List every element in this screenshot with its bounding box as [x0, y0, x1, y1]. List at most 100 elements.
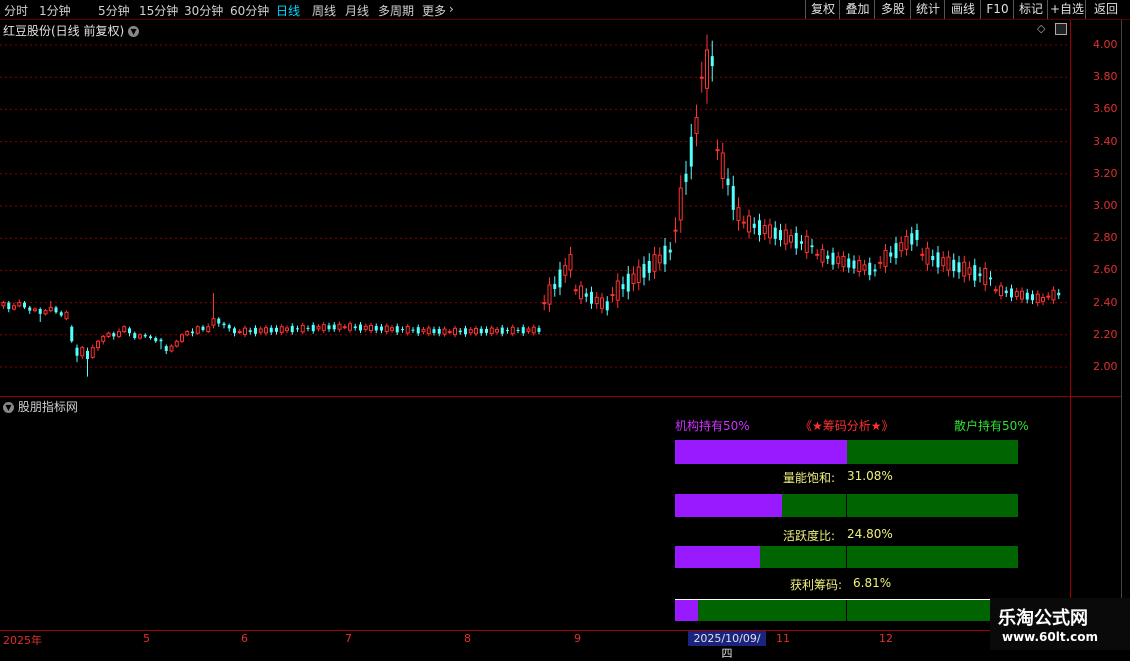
candle — [296, 325, 299, 332]
candle — [311, 322, 315, 334]
candle — [978, 267, 982, 283]
candle — [353, 323, 357, 331]
holding-ratio-bar — [675, 440, 1018, 464]
volume-saturation-label: 量能饱和: — [783, 471, 836, 485]
candle — [516, 327, 520, 334]
statistics-button[interactable]: 统计 — [910, 0, 945, 19]
candle — [316, 324, 321, 332]
candle — [647, 253, 651, 281]
candle — [327, 322, 331, 332]
candle — [285, 325, 289, 334]
candle — [458, 327, 462, 335]
period-tab-1min[interactable]: 1分钟 — [39, 2, 71, 19]
candle — [106, 331, 111, 339]
candle — [973, 258, 977, 288]
candle — [836, 251, 841, 269]
candle — [1020, 287, 1024, 303]
candle — [699, 61, 704, 93]
candle — [804, 229, 809, 259]
candle — [269, 325, 273, 335]
date-label-dec: 12 — [879, 632, 893, 645]
candle — [600, 292, 604, 314]
candle — [568, 246, 573, 278]
candle — [185, 329, 190, 337]
candle — [579, 280, 583, 304]
candle — [174, 339, 179, 348]
chip-analysis-title: 《★筹码分析★》 — [800, 419, 894, 433]
candle — [526, 326, 531, 334]
period-tab-timeshare[interactable]: 分时 — [4, 2, 28, 19]
candle — [573, 284, 578, 295]
retail-label: 散户持有50% — [954, 419, 1029, 433]
candle — [952, 253, 956, 278]
period-tab-30min[interactable]: 30分钟 — [184, 2, 223, 19]
candle — [75, 344, 79, 363]
period-tab-monthly[interactable]: 月线 — [345, 2, 369, 19]
period-tab-more[interactable]: 更多 — [422, 2, 446, 19]
candle — [416, 324, 420, 337]
candle — [7, 300, 11, 313]
candle — [43, 309, 48, 316]
candle — [1014, 287, 1019, 301]
candle — [300, 322, 305, 335]
period-toolbar: 分时 1分钟 5分钟 15分钟 30分钟 60分钟 日线 周线 月线 多周期 更… — [0, 0, 1130, 20]
candle — [59, 310, 63, 318]
candle — [1046, 292, 1051, 301]
candle — [915, 223, 919, 247]
candle — [779, 223, 782, 247]
candle — [758, 213, 761, 242]
period-tab-weekly[interactable]: 周线 — [312, 2, 336, 19]
overlay-button[interactable]: 叠加 — [839, 0, 875, 19]
mark-button[interactable]: 标记 — [1013, 0, 1048, 19]
draw-line-button[interactable]: 画线 — [944, 0, 981, 19]
candle — [143, 333, 147, 339]
candle — [201, 325, 205, 332]
candle — [1057, 288, 1061, 300]
add-watchlist-button[interactable]: +自选 — [1047, 0, 1086, 19]
chevron-down-icon[interactable]: ▼ — [3, 402, 14, 413]
period-tab-daily[interactable]: 日线 — [276, 2, 300, 19]
side-info-strip[interactable] — [1121, 20, 1130, 630]
candle — [537, 325, 541, 335]
candle — [164, 344, 168, 355]
candle — [768, 218, 772, 245]
price-tick-label: 2.80 — [1093, 231, 1118, 245]
candle — [563, 257, 568, 283]
activity-ratio-fill — [675, 546, 761, 568]
candle — [474, 325, 478, 337]
candle — [621, 276, 625, 297]
candle — [726, 168, 730, 196]
candle — [715, 139, 720, 160]
candle — [12, 302, 16, 311]
adjust-button[interactable]: 复权 — [805, 0, 840, 19]
candle — [1041, 293, 1045, 306]
period-tab-5min[interactable]: 5分钟 — [98, 2, 130, 19]
candle — [720, 142, 725, 189]
kline-chart[interactable] — [0, 20, 1070, 396]
activity-ratio-label: 活跃度比: — [783, 529, 836, 543]
candle — [348, 321, 352, 333]
candle — [17, 299, 22, 308]
candle — [684, 160, 688, 195]
candle — [117, 328, 121, 339]
candle — [800, 234, 803, 251]
candle — [306, 325, 310, 332]
chevron-right-icon[interactable]: › — [449, 2, 454, 16]
back-button[interactable]: 返回 — [1085, 0, 1126, 19]
candle — [279, 324, 284, 335]
candle — [626, 266, 630, 300]
candle — [180, 333, 184, 343]
candle — [925, 241, 930, 271]
multi-stock-button[interactable]: 多股 — [874, 0, 911, 19]
indicator-title[interactable]: ▼ 股朋指标网 — [3, 398, 78, 415]
price-tick-label: 3.20 — [1093, 166, 1118, 180]
period-tab-multi[interactable]: 多周期 — [378, 2, 414, 19]
candle — [363, 323, 368, 332]
period-tab-15min[interactable]: 15分钟 — [139, 2, 178, 19]
candle — [993, 285, 998, 294]
f10-button[interactable]: F10 — [980, 0, 1014, 19]
candle — [28, 305, 32, 314]
candle — [773, 221, 777, 246]
candle — [999, 282, 1003, 300]
period-tab-60min[interactable]: 60分钟 — [230, 2, 269, 19]
